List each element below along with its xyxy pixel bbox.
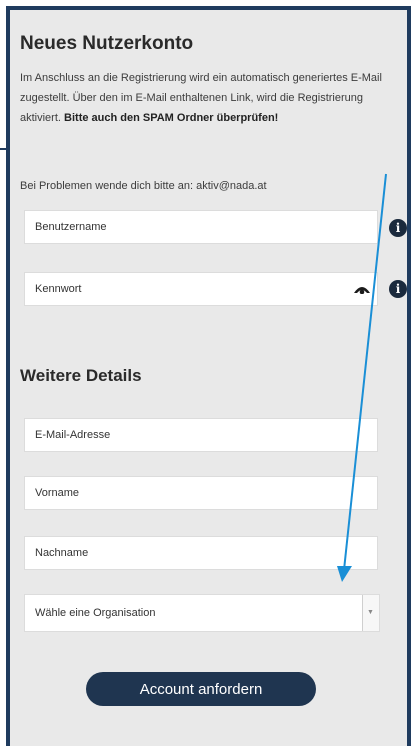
intro-paragraph: Im Anschluss an die Registrierung wird e… bbox=[20, 68, 392, 128]
request-account-button[interactable]: Account anfordern bbox=[86, 672, 316, 706]
password-field[interactable]: Kennwort bbox=[24, 272, 378, 306]
organisation-select-value: Wähle eine Organisation bbox=[35, 607, 156, 619]
select-toggle[interactable]: ▼ bbox=[362, 595, 379, 631]
eye-icon[interactable] bbox=[354, 284, 370, 294]
section-title-details: Weitere Details bbox=[20, 366, 142, 385]
firstname-field[interactable]: Vorname bbox=[24, 476, 378, 510]
password-info-icon[interactable]: i bbox=[389, 280, 407, 298]
organisation-select[interactable]: Wähle eine Organisation ▼ bbox=[24, 594, 380, 632]
contact-text: Bei Problemen wende dich bitte an: aktiv… bbox=[20, 180, 267, 192]
username-field[interactable]: Benutzername bbox=[24, 210, 378, 244]
form-title: Neues Nutzerkonto bbox=[20, 33, 194, 54]
chevron-down-icon: ▼ bbox=[367, 609, 374, 616]
email-field[interactable]: E-Mail-Adresse bbox=[24, 418, 378, 452]
intro-warning: Bitte auch den SPAM Ordner überprüfen! bbox=[64, 112, 279, 124]
username-info-icon[interactable]: i bbox=[389, 219, 407, 237]
lastname-field[interactable]: Nachname bbox=[24, 536, 378, 570]
